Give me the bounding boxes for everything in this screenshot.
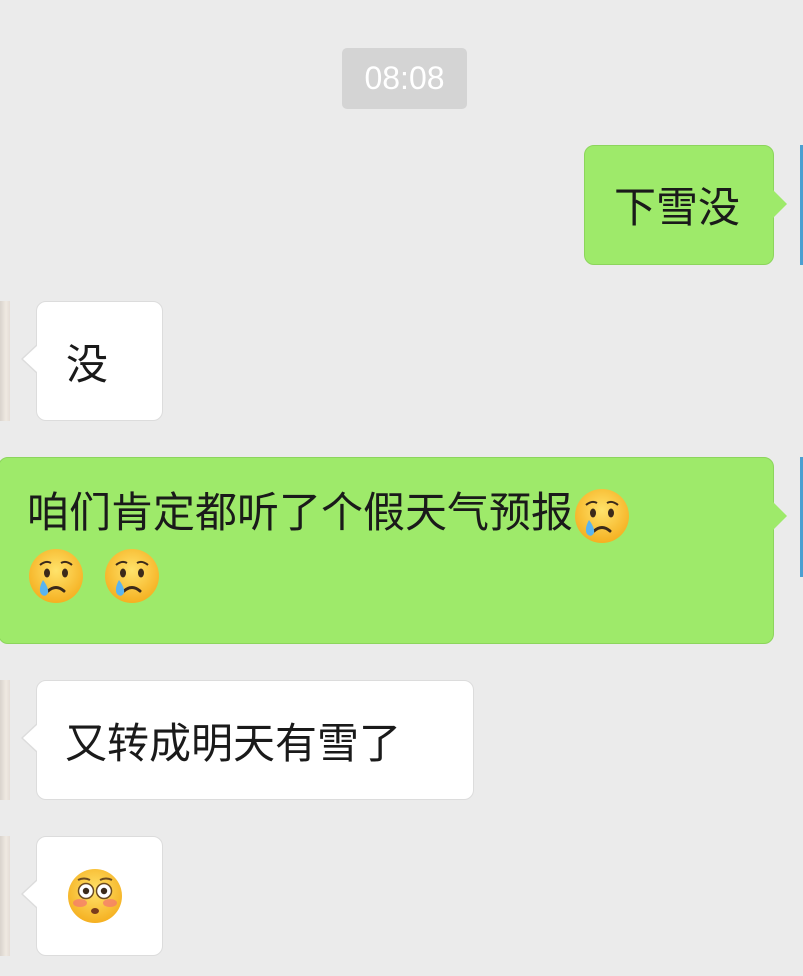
crying-face-icon	[27, 547, 85, 605]
message-text: 又转成明天有雪了	[65, 719, 402, 768]
message-bubble-incoming[interactable]	[21, 836, 163, 956]
message-text: 没	[66, 340, 109, 389]
contact-avatar[interactable]	[0, 301, 10, 421]
contact-avatar[interactable]	[0, 680, 10, 800]
message-timestamp: 08:08	[342, 48, 467, 109]
contact-avatar[interactable]	[0, 836, 10, 956]
crying-face-icon	[573, 487, 631, 545]
crying-face-icon	[103, 547, 161, 605]
message-bubble-incoming[interactable]: 没	[21, 301, 163, 421]
message-bubble-outgoing[interactable]: 下雪没	[584, 145, 787, 265]
message-bubble-outgoing[interactable]: 咱们肯定都听了个假天气预报	[0, 457, 787, 644]
flushed-face-icon	[66, 867, 124, 925]
message-text: 下雪没	[614, 183, 741, 232]
message-text: 咱们肯定都听了个假天气预报	[27, 488, 574, 537]
message-bubble-incoming[interactable]: 又转成明天有雪了	[21, 680, 474, 800]
